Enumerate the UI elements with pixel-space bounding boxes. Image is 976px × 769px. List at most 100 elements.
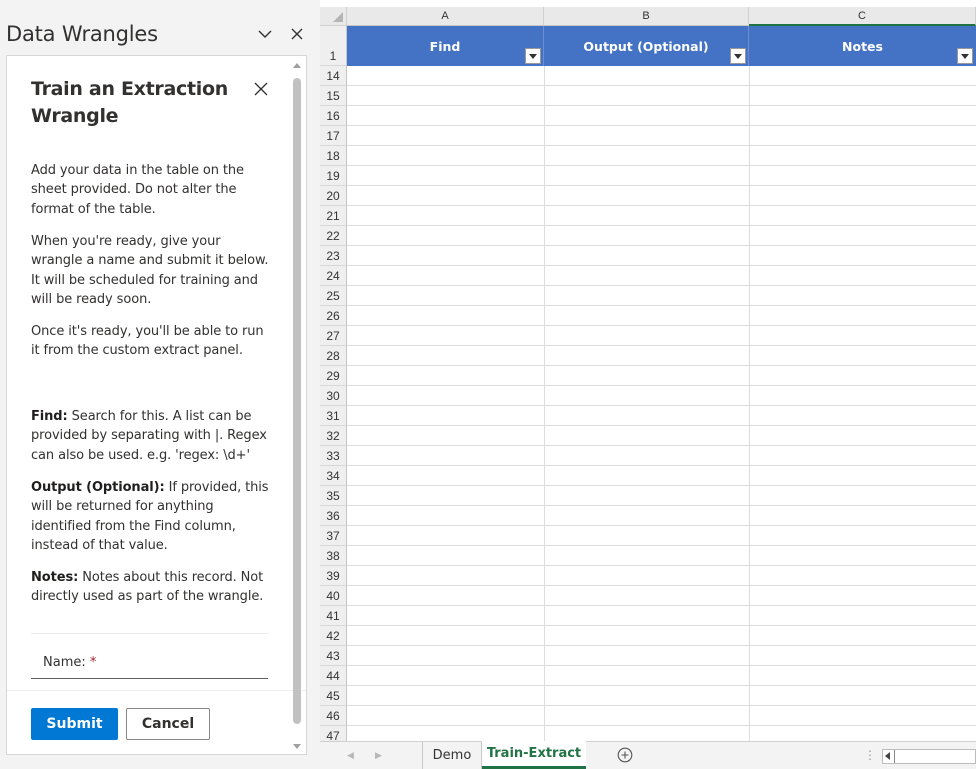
row-header[interactable]: 33 [320, 446, 347, 466]
table-row[interactable] [347, 646, 976, 666]
table-row[interactable] [347, 66, 976, 86]
table-row[interactable] [347, 326, 976, 346]
row-header[interactable]: 26 [320, 306, 347, 326]
table-row[interactable] [347, 406, 976, 426]
row-header[interactable]: 42 [320, 626, 347, 646]
row-header[interactable]: 23 [320, 246, 347, 266]
scrollbar-thumb[interactable] [894, 750, 895, 763]
column-header-b[interactable]: B [544, 7, 749, 26]
table-row[interactable] [347, 586, 976, 606]
table-row[interactable] [347, 666, 976, 686]
row-header[interactable]: 44 [320, 666, 347, 686]
row-header[interactable]: 22 [320, 226, 347, 246]
row-header[interactable]: 41 [320, 606, 347, 626]
scroll-up-icon[interactable] [293, 62, 301, 68]
more-options-icon[interactable]: ⋮ [864, 748, 876, 762]
row-header[interactable]: 15 [320, 86, 347, 106]
row-header[interactable]: 45 [320, 686, 347, 706]
filter-dropdown-button[interactable] [730, 48, 746, 64]
table-row[interactable] [347, 366, 976, 386]
row-header[interactable]: 14 [320, 66, 347, 86]
row-header[interactable]: 31 [320, 406, 347, 426]
row-header[interactable]: 32 [320, 426, 347, 446]
divider [31, 633, 269, 634]
table-row[interactable] [347, 206, 976, 226]
row-header[interactable]: 25 [320, 286, 347, 306]
row-header[interactable]: 38 [320, 546, 347, 566]
table-row[interactable] [347, 546, 976, 566]
table-row[interactable] [347, 286, 976, 306]
table-row[interactable] [347, 686, 976, 706]
table-row[interactable] [347, 346, 976, 366]
row-header[interactable]: 39 [320, 566, 347, 586]
table-row[interactable] [347, 446, 976, 466]
chevron-right-icon[interactable]: ▶ [375, 750, 382, 761]
filter-dropdown-button[interactable] [525, 48, 541, 64]
table-row[interactable] [347, 526, 976, 546]
table-row[interactable] [347, 486, 976, 506]
table-row[interactable] [347, 146, 976, 166]
horizontal-scrollbar[interactable] [882, 749, 976, 764]
row-header[interactable]: 19 [320, 166, 347, 186]
table-row[interactable] [347, 266, 976, 286]
table-row[interactable] [347, 186, 976, 206]
row-header[interactable]: 21 [320, 206, 347, 226]
row-header[interactable]: 43 [320, 646, 347, 666]
sheet-tab-train-extract[interactable]: Train-Extract [482, 741, 586, 769]
card-title: Train an Extraction Wrangle [31, 78, 228, 127]
sheet-tab-demo[interactable]: Demo [422, 742, 482, 769]
row-header[interactable]: 24 [320, 266, 347, 286]
column-header-c[interactable]: C [749, 7, 976, 26]
table-row[interactable] [347, 566, 976, 586]
table-row[interactable] [347, 106, 976, 126]
pane-scrollbar[interactable] [291, 62, 303, 750]
select-all-corner[interactable] [320, 7, 347, 26]
table-row[interactable] [347, 386, 976, 406]
plus-circle-icon[interactable] [617, 747, 633, 763]
submit-button[interactable]: Submit [31, 708, 118, 740]
row-header[interactable]: 1 [320, 26, 347, 66]
row-header[interactable]: 36 [320, 506, 347, 526]
scrollbar-thumb[interactable] [293, 78, 301, 724]
row-header[interactable]: 18 [320, 146, 347, 166]
row-header[interactable]: 27 [320, 326, 347, 346]
scroll-left-icon[interactable] [885, 752, 890, 760]
column-header-a[interactable]: A [347, 7, 544, 26]
chevron-down-icon[interactable] [255, 24, 275, 44]
row-header[interactable]: 30 [320, 386, 347, 406]
table-row[interactable] [347, 246, 976, 266]
table-row[interactable] [347, 166, 976, 186]
row-header[interactable]: 46 [320, 706, 347, 726]
table-row[interactable] [347, 86, 976, 106]
name-field[interactable] [31, 646, 268, 679]
filter-dropdown-button[interactable] [957, 48, 973, 64]
table-row[interactable] [347, 626, 976, 646]
cancel-button[interactable]: Cancel [126, 708, 210, 740]
chevron-left-icon[interactable]: ◀ [347, 750, 354, 761]
close-icon[interactable] [287, 24, 307, 44]
row-header[interactable]: 17 [320, 126, 347, 146]
table-header-cell[interactable]: Notes [749, 26, 976, 66]
table-row[interactable] [347, 426, 976, 446]
row-header[interactable]: 37 [320, 526, 347, 546]
table-header-cell[interactable]: Find [347, 26, 544, 66]
row-header[interactable]: 28 [320, 346, 347, 366]
row-header[interactable]: 16 [320, 106, 347, 126]
close-icon[interactable] [252, 80, 270, 98]
row-header[interactable]: 29 [320, 366, 347, 386]
table-row[interactable] [347, 726, 976, 741]
table-row[interactable] [347, 606, 976, 626]
table-row[interactable] [347, 226, 976, 246]
row-header[interactable]: 47 [320, 726, 347, 741]
row-header[interactable]: 34 [320, 466, 347, 486]
row-header[interactable]: 20 [320, 186, 347, 206]
row-header[interactable]: 40 [320, 586, 347, 606]
table-row[interactable] [347, 706, 976, 726]
table-row[interactable] [347, 466, 976, 486]
table-header-cell[interactable]: Output (Optional) [544, 26, 749, 66]
table-row[interactable] [347, 506, 976, 526]
row-header[interactable]: 35 [320, 486, 347, 506]
table-row[interactable] [347, 306, 976, 326]
scroll-down-icon[interactable] [293, 744, 301, 750]
table-row[interactable] [347, 126, 976, 146]
